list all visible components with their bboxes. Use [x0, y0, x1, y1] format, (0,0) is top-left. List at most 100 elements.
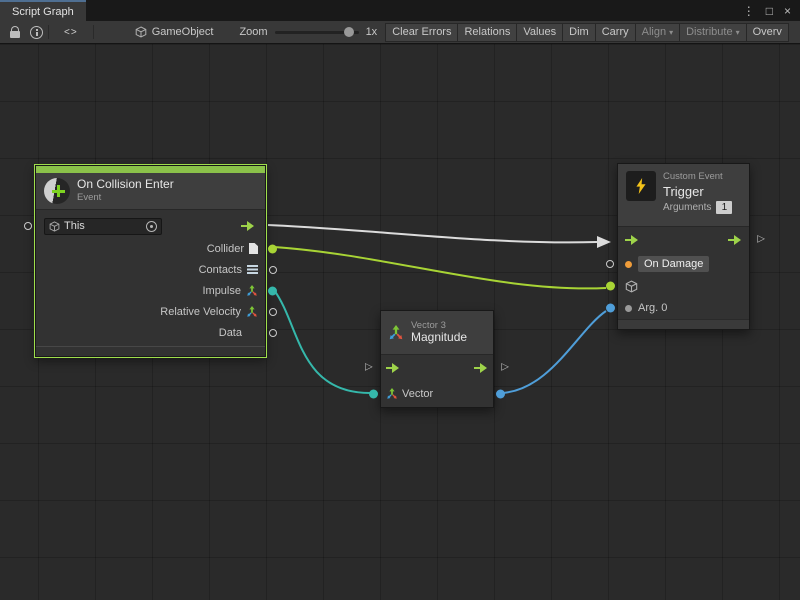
- node-subtitle: Event: [77, 192, 174, 203]
- data-output-port[interactable]: [269, 329, 277, 337]
- graph-toolbar: <> GameObject Zoom 1x Clear Errors Relat…: [0, 21, 800, 44]
- carry-button[interactable]: Carry: [595, 23, 636, 42]
- port-label: Arg. 0: [638, 302, 667, 314]
- control-output-port[interactable]: [241, 221, 255, 231]
- control-row: ▷ ▷: [381, 355, 493, 381]
- maximize-icon[interactable]: □: [766, 5, 773, 17]
- unity-script-graph-window: { "window": { "tab_title": "Script Graph…: [0, 0, 800, 600]
- port-label: Relative Velocity: [160, 306, 241, 318]
- node-title: Magnitude: [411, 331, 467, 345]
- zoom-label: Zoom: [239, 26, 267, 38]
- vector3-icon: [388, 325, 404, 341]
- target-row: This: [36, 214, 265, 238]
- info-icon[interactable]: [30, 26, 43, 39]
- relations-button[interactable]: Relations: [457, 23, 517, 42]
- overview-button[interactable]: Overv: [746, 23, 789, 42]
- target-input-port[interactable]: [24, 222, 32, 230]
- zoom-slider[interactable]: [275, 31, 359, 34]
- tab-script-graph[interactable]: Script Graph: [0, 0, 86, 21]
- lightning-bolt-icon: [626, 171, 656, 201]
- port-row-relative-velocity: Relative Velocity: [36, 301, 265, 322]
- chevron-down-icon: ▾: [669, 28, 673, 37]
- control-input-port[interactable]: [625, 235, 639, 245]
- control-input-port[interactable]: [386, 363, 400, 373]
- port-row-name: On Damage: [618, 253, 749, 275]
- align-label: Align: [642, 26, 666, 38]
- node-category: Custom Event: [663, 171, 732, 182]
- node-body: This Collider Contacts Impulse: [36, 210, 265, 343]
- arguments-label: Arguments: [663, 202, 711, 213]
- node-custom-event-trigger[interactable]: Custom Event Trigger Arguments 1 ▷ On Da…: [617, 163, 750, 330]
- clear-errors-button[interactable]: Clear Errors: [385, 23, 458, 42]
- toolbar-separator: [93, 25, 94, 39]
- port-row-impulse: Impulse: [36, 280, 265, 301]
- gameobject-label: GameObject: [152, 26, 214, 38]
- this-value: This: [64, 220, 85, 232]
- lock-icon[interactable]: [8, 26, 22, 38]
- node-body: ▷ ▷ Vector: [381, 355, 493, 407]
- control-input-triangle[interactable]: ▷: [365, 363, 373, 373]
- port-label: Collider: [207, 243, 244, 255]
- toolbar-buttons: Clear Errors Relations Values Dim Carry …: [386, 23, 789, 42]
- cube-icon: [49, 221, 60, 232]
- vector3-icon: [246, 285, 258, 297]
- dim-button[interactable]: Dim: [562, 23, 596, 42]
- lock-body: [10, 31, 20, 38]
- object-picker-icon[interactable]: [146, 221, 157, 232]
- vector-input-port[interactable]: [369, 390, 378, 399]
- port-row-collider: Collider: [36, 238, 265, 259]
- collider-output-port[interactable]: [268, 244, 277, 253]
- vector3-icon: [246, 306, 258, 318]
- collider-icon: [249, 243, 258, 254]
- magnitude-output-port[interactable]: [496, 390, 505, 399]
- arg0-input-port[interactable]: [606, 304, 615, 313]
- gameobject-breadcrumb[interactable]: GameObject: [135, 26, 214, 38]
- align-button[interactable]: Align ▾: [635, 23, 680, 42]
- event-plus-icon: [44, 178, 70, 204]
- arguments-row: Arguments 1: [663, 201, 732, 214]
- distribute-button[interactable]: Distribute ▾: [679, 23, 746, 42]
- node-body: ▷ On Damage Arg. 0: [618, 227, 749, 319]
- tab-title: Script Graph: [12, 6, 74, 18]
- code-view-icon[interactable]: <>: [54, 27, 88, 38]
- toolbar-separator: [48, 25, 49, 39]
- control-output-triangle[interactable]: ▷: [757, 235, 765, 245]
- vector3-icon: [386, 388, 398, 400]
- node-vector3-magnitude[interactable]: Vector 3 Magnitude ▷ ▷ Vector: [380, 310, 494, 408]
- close-icon[interactable]: ×: [784, 5, 791, 17]
- node-header[interactable]: Custom Event Trigger Arguments 1: [618, 164, 749, 227]
- arguments-count-field[interactable]: 1: [716, 201, 732, 214]
- port-label: Data: [219, 327, 242, 339]
- port-row-vector: Vector: [381, 381, 493, 407]
- control-output-triangle[interactable]: ▷: [501, 363, 509, 373]
- port-label: Vector: [402, 388, 433, 400]
- name-input-port[interactable]: [606, 260, 614, 268]
- node-header[interactable]: On Collision Enter Event: [36, 173, 265, 210]
- event-name-field[interactable]: On Damage: [638, 256, 709, 272]
- target-input-port[interactable]: [606, 282, 615, 291]
- impulse-output-port[interactable]: [268, 286, 277, 295]
- contacts-output-port[interactable]: [269, 266, 277, 274]
- port-label: Impulse: [202, 285, 241, 297]
- node-header[interactable]: Vector 3 Magnitude: [381, 311, 493, 355]
- node-on-collision-enter[interactable]: On Collision Enter Event This Collider: [35, 165, 266, 357]
- list-icon: [247, 265, 258, 274]
- this-dropdown[interactable]: This: [44, 218, 162, 235]
- value-port-dot: [625, 305, 632, 312]
- control-output-port[interactable]: [728, 235, 742, 245]
- zoom-value: 1x: [366, 26, 378, 38]
- values-button[interactable]: Values: [516, 23, 563, 42]
- node-footer: [36, 346, 265, 356]
- tab-bar: Script Graph ⋮ □ ×: [0, 0, 800, 21]
- control-output-port[interactable]: [474, 363, 488, 373]
- node-footer: [618, 319, 749, 329]
- node-title: On Collision Enter: [77, 178, 174, 192]
- zoom-slider-handle[interactable]: [344, 27, 354, 37]
- menu-icon[interactable]: ⋮: [743, 5, 755, 17]
- cube-icon: [135, 26, 147, 38]
- port-label: Contacts: [199, 264, 242, 276]
- port-row-arg0: Arg. 0: [618, 297, 749, 319]
- port-row-contacts: Contacts: [36, 259, 265, 280]
- relative-velocity-output-port[interactable]: [269, 308, 277, 316]
- zoom-control: Zoom 1x: [239, 26, 377, 38]
